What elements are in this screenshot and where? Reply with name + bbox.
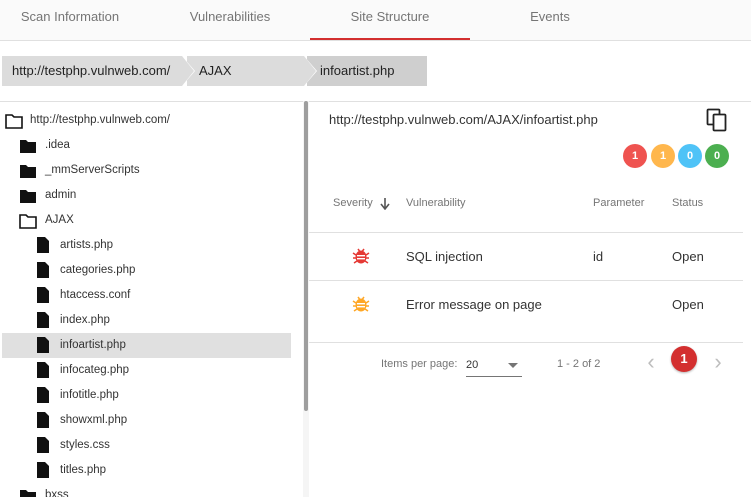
tree-item-file[interactable]: categories.php	[0, 258, 300, 283]
tree-item-file[interactable]: styles.css	[0, 433, 300, 458]
tree-item-label: _mmServerScripts	[45, 164, 140, 176]
table-row[interactable]: Error message on page Open	[309, 280, 743, 328]
tree-item-label: styles.css	[60, 439, 110, 451]
tree-item-file-selected[interactable]: infoartist.php	[2, 333, 291, 358]
next-page-button[interactable]: ›	[708, 351, 728, 377]
tree-item-label: bxss	[45, 489, 69, 497]
tree-item-root[interactable]: http://testphp.vulnweb.com/	[0, 108, 300, 133]
tree-item-label: .idea	[45, 139, 70, 151]
previous-page-button[interactable]: ‹	[641, 351, 661, 377]
tree-item-label: admin	[45, 189, 77, 201]
tree-item-label: infoartist.php	[60, 339, 126, 351]
file-icon	[37, 412, 49, 428]
tree-item-folder[interactable]: bxss	[0, 483, 300, 497]
tree-item-folder[interactable]: admin	[0, 183, 300, 208]
page-range-label: 1 - 2 of 2	[557, 358, 601, 370]
file-icon	[37, 262, 49, 278]
table-row[interactable]: SQL injection id Open	[309, 232, 743, 280]
severity-count-low-badge: 0	[678, 144, 702, 168]
file-icon	[37, 287, 49, 303]
bug-icon	[352, 296, 370, 312]
active-tab-indicator	[310, 38, 470, 40]
folder-icon	[20, 490, 36, 497]
tree-item-label: index.php	[60, 314, 110, 326]
tree-item-folder[interactable]: .idea	[0, 133, 300, 158]
folder-icon	[20, 140, 36, 153]
breadcrumb-label: infoartist.php	[320, 63, 395, 78]
page-url-title: http://testphp.vulnweb.com/AJAX/infoarti…	[329, 112, 598, 127]
file-icon	[37, 237, 49, 253]
tree-item-folder[interactable]: _mmServerScripts	[0, 158, 300, 183]
tree-item-label: categories.php	[60, 264, 136, 276]
breadcrumb-item-ajax[interactable]: AJAX	[187, 56, 317, 86]
tree-item-label: showxml.php	[60, 414, 128, 426]
folder-icon	[20, 165, 36, 178]
parameter-value: id	[593, 249, 604, 264]
tab-vulnerabilities[interactable]: Vulnerabilities	[160, 0, 300, 40]
folder-open-icon	[19, 214, 37, 229]
status-value: Open	[672, 297, 704, 312]
severity-count-medium-badge: 1	[651, 144, 675, 168]
tree-item-label: infotitle.php	[60, 389, 119, 401]
breadcrumb-item-current[interactable]: infoartist.php	[307, 56, 427, 86]
vulnerability-name[interactable]: SQL injection	[406, 233, 483, 281]
tree-item-label: http://testphp.vulnweb.com/	[30, 114, 170, 126]
detail-panel: http://testphp.vulnweb.com/AJAX/infoarti…	[309, 101, 751, 497]
tree-item-file[interactable]: showxml.php	[0, 408, 300, 433]
page-1-button[interactable]: 1	[671, 346, 697, 372]
file-icon	[37, 387, 49, 403]
breadcrumb-item-root[interactable]: http://testphp.vulnweb.com/	[2, 56, 195, 86]
tab-site-structure[interactable]: Site Structure	[310, 0, 470, 40]
tab-scan-information[interactable]: Scan Information	[0, 0, 140, 40]
items-per-page-select[interactable]: 20	[466, 353, 522, 377]
column-header-severity[interactable]: Severity	[333, 175, 390, 232]
tree-item-file[interactable]: htaccess.conf	[0, 283, 300, 308]
vulnerability-name[interactable]: Error message on page	[406, 281, 542, 329]
site-tree: http://testphp.vulnweb.com/ .idea _mmSer…	[0, 101, 303, 497]
file-icon	[37, 437, 49, 453]
tree-item-label: infocateg.php	[60, 364, 130, 376]
file-icon	[37, 362, 49, 378]
column-header-status[interactable]: Status	[672, 175, 703, 232]
breadcrumb-label: http://testphp.vulnweb.com/	[12, 63, 171, 78]
tree-item-label: AJAX	[45, 214, 74, 226]
folder-open-icon	[5, 114, 23, 129]
tree-item-file[interactable]: index.php	[0, 308, 300, 333]
folder-icon	[20, 190, 36, 203]
severity-count-info-badge: 0	[705, 144, 729, 168]
breadcrumb-label: AJAX	[199, 63, 232, 78]
tree-item-folder-ajax[interactable]: AJAX	[0, 208, 300, 233]
sort-arrow-down-icon[interactable]	[380, 198, 390, 210]
tree-item-file[interactable]: infocateg.php	[0, 358, 300, 383]
tree-item-label: htaccess.conf	[60, 289, 131, 301]
chevron-down-icon	[508, 363, 518, 368]
copy-icon[interactable]	[706, 108, 728, 132]
paginator: Items per page: 20 1 - 2 of 2 ‹ 1 ›	[309, 342, 743, 382]
tab-events[interactable]: Events	[480, 0, 620, 40]
items-per-page-value: 20	[466, 359, 479, 371]
tree-item-label: artists.php	[60, 239, 114, 251]
status-value: Open	[672, 249, 704, 264]
file-icon	[37, 312, 49, 328]
tree-scrollbar-thumb[interactable]	[304, 101, 308, 411]
tree-item-file[interactable]: infotitle.php	[0, 383, 300, 408]
severity-count-high-badge: 1	[623, 144, 647, 168]
file-icon	[37, 337, 49, 353]
bug-icon	[352, 248, 370, 264]
tree-item-file[interactable]: titles.php	[0, 458, 300, 483]
tab-bar: Scan Information Vulnerabilities Site St…	[0, 0, 751, 41]
tree-item-file[interactable]: artists.php	[0, 233, 300, 258]
tree-item-label: titles.php	[60, 464, 107, 476]
items-per-page-label: Items per page:	[381, 358, 458, 370]
column-header-parameter[interactable]: Parameter	[593, 175, 644, 232]
file-icon	[37, 462, 49, 478]
column-header-vulnerability[interactable]: Vulnerability	[406, 175, 466, 232]
